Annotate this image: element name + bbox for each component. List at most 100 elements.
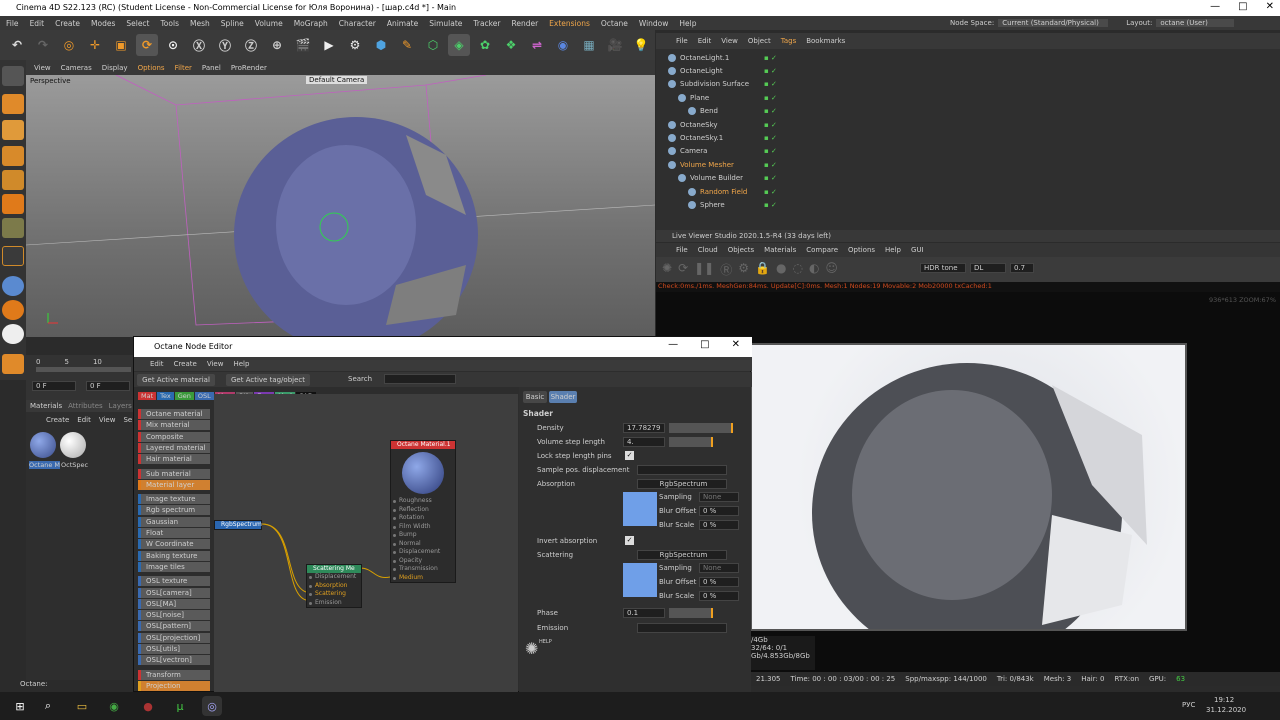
menu-mesh[interactable]: Mesh bbox=[190, 19, 210, 28]
invert-checkbox[interactable]: ✓ bbox=[625, 536, 634, 545]
lv-menu-compare[interactable]: Compare bbox=[806, 246, 838, 254]
scattering-field[interactable]: RgbSpectrum bbox=[637, 550, 727, 560]
scat-blurscale-field[interactable]: 0 % bbox=[699, 591, 739, 601]
scale-icon[interactable]: ▣ bbox=[110, 34, 132, 56]
menu-tools[interactable]: Tools bbox=[161, 19, 179, 28]
density-field[interactable]: 17.78279 bbox=[623, 423, 665, 433]
viewport-menu-panel[interactable]: Panel bbox=[202, 64, 221, 72]
visibility-icon[interactable]: ▪ ✓ bbox=[764, 94, 777, 102]
redo-icon[interactable]: ↷ bbox=[32, 34, 54, 56]
visibility-icon[interactable]: ▪ ✓ bbox=[764, 67, 777, 75]
lv-menu-file[interactable]: File bbox=[676, 246, 688, 254]
node-pin[interactable]: Reflection bbox=[391, 506, 455, 515]
white-balance-icon[interactable]: ◐ bbox=[809, 261, 819, 278]
viewport-menu-filter[interactable]: Filter bbox=[175, 64, 192, 72]
snap-icon[interactable] bbox=[2, 276, 24, 296]
subdivision-icon[interactable]: ⬡ bbox=[422, 34, 444, 56]
object-name[interactable]: Sphere bbox=[700, 201, 760, 209]
pen-icon[interactable]: ✎ bbox=[396, 34, 418, 56]
visibility-icon[interactable]: ▪ ✓ bbox=[764, 188, 777, 196]
layout-select[interactable]: octane (User) bbox=[1156, 19, 1235, 27]
palette-item[interactable]: Mix material bbox=[138, 420, 210, 431]
sample-field[interactable] bbox=[637, 465, 727, 475]
object-row[interactable]: Plane ▪ ✓ bbox=[656, 91, 1266, 104]
visibility-icon[interactable]: ▪ ✓ bbox=[764, 161, 777, 169]
scattering-swatch[interactable] bbox=[623, 563, 657, 597]
object-name[interactable]: Subdivision Surface bbox=[680, 80, 760, 88]
lock-checkbox[interactable]: ✓ bbox=[625, 451, 634, 460]
utorrent-icon[interactable]: μ bbox=[170, 696, 190, 716]
viewport-menu-options[interactable]: Options bbox=[138, 64, 165, 72]
tone-select[interactable]: HDR tone bbox=[920, 263, 966, 273]
menu-simulate[interactable]: Simulate bbox=[429, 19, 462, 28]
absorption-field[interactable]: RgbSpectrum bbox=[637, 479, 727, 489]
object-mode-icon[interactable] bbox=[2, 94, 24, 114]
timeline[interactable]: 0 5 10 0 F 0 F bbox=[26, 355, 134, 400]
object-menu-object[interactable]: Object bbox=[748, 37, 771, 45]
ne-menu-create[interactable]: Create bbox=[174, 360, 197, 368]
node-pin[interactable]: Scattering bbox=[307, 590, 361, 599]
kernel-select[interactable]: DL bbox=[970, 263, 1006, 273]
settings-lv-icon[interactable]: ⚙ bbox=[738, 261, 749, 278]
menu-edit[interactable]: Edit bbox=[30, 19, 45, 28]
node-pin[interactable]: Emission bbox=[307, 599, 361, 608]
cinema4d-icon[interactable]: ◎ bbox=[202, 696, 222, 716]
lv-menu-cloud[interactable]: Cloud bbox=[698, 246, 718, 254]
material-thumb-octane[interactable] bbox=[30, 432, 56, 458]
x-axis-icon[interactable]: Ⓧ bbox=[188, 34, 210, 56]
uv-mode-icon[interactable] bbox=[2, 218, 24, 238]
node-space-select[interactable]: Current (Standard/Physical) bbox=[998, 19, 1109, 27]
search-icon[interactable]: ⌕ bbox=[38, 696, 58, 716]
get-active-material-button[interactable]: Get Active material bbox=[137, 374, 215, 386]
palette-item[interactable]: Layered material bbox=[138, 442, 210, 453]
maximize-button[interactable]: □ bbox=[1238, 1, 1247, 12]
object-name[interactable]: OctaneSky.1 bbox=[680, 134, 760, 142]
palette-item[interactable]: OSL[utils] bbox=[138, 644, 210, 654]
lock-workplane-icon[interactable] bbox=[2, 354, 24, 374]
palette-item[interactable]: Sub material bbox=[138, 468, 210, 479]
object-name[interactable]: OctaneLight.1 bbox=[680, 54, 760, 62]
lock-icon[interactable]: 🔒 bbox=[755, 261, 770, 278]
viewport-menu-cameras[interactable]: Cameras bbox=[61, 64, 92, 72]
chrome-icon[interactable]: ◉ bbox=[104, 696, 124, 716]
density-slider[interactable] bbox=[669, 423, 733, 433]
frame-start-field[interactable]: 0 F bbox=[32, 381, 76, 391]
object-name[interactable]: OctaneSky bbox=[680, 121, 760, 129]
ne-menu-help[interactable]: Help bbox=[233, 360, 249, 368]
search-input[interactable] bbox=[384, 374, 456, 384]
viewport-menu-prorender[interactable]: ProRender bbox=[231, 64, 267, 72]
node-tab-mat[interactable]: Mat bbox=[138, 392, 157, 400]
tab-attributes[interactable]: Attributes bbox=[68, 402, 103, 410]
texture-mode-icon[interactable] bbox=[2, 120, 24, 140]
lv-menu-objects[interactable]: Objects bbox=[728, 246, 754, 254]
effector-icon[interactable]: ❖ bbox=[500, 34, 522, 56]
visibility-icon[interactable]: ▪ ✓ bbox=[764, 107, 777, 115]
app-icon[interactable]: ● bbox=[138, 696, 158, 716]
cloner-icon[interactable]: ✿ bbox=[474, 34, 496, 56]
menu-character[interactable]: Character bbox=[339, 19, 376, 28]
palette-item[interactable]: W Coordinate bbox=[138, 539, 210, 550]
camera-icon[interactable]: 🎥 bbox=[604, 34, 626, 56]
abs-sampling-select[interactable]: None bbox=[699, 492, 739, 502]
scat-sampling-select[interactable]: None bbox=[699, 563, 739, 573]
tab-materials[interactable]: Materials bbox=[30, 402, 62, 410]
object-name[interactable]: Plane bbox=[690, 94, 760, 102]
ne-minimize-button[interactable]: — bbox=[668, 339, 678, 350]
palette-item[interactable]: OSL[noise] bbox=[138, 610, 210, 621]
material-picker-icon[interactable]: ● bbox=[776, 261, 786, 278]
palette-item[interactable]: Gaussian spectrum bbox=[138, 516, 210, 536]
menu-mograph[interactable]: MoGraph bbox=[294, 19, 328, 28]
rotate-icon[interactable]: ⟳ bbox=[136, 34, 158, 56]
send-scene-icon[interactable]: ✺ bbox=[662, 261, 672, 278]
visibility-icon[interactable]: ▪ ✓ bbox=[764, 147, 777, 155]
visibility-icon[interactable]: ▪ ✓ bbox=[764, 174, 777, 182]
clock-time[interactable]: 19:12 bbox=[1214, 696, 1234, 704]
start-icon[interactable]: ⊞ bbox=[10, 696, 30, 716]
tab-basic[interactable]: Basic bbox=[523, 391, 547, 403]
palette-item[interactable]: OSL[vectron] bbox=[138, 655, 210, 666]
render-region-icon[interactable]: 🎬 bbox=[292, 34, 314, 56]
object-row[interactable]: OctaneSky.1 ▪ ✓ bbox=[656, 131, 1266, 144]
visibility-icon[interactable]: ▪ ✓ bbox=[764, 201, 777, 209]
node-pin[interactable]: Bump bbox=[391, 531, 455, 540]
octane-help-icon[interactable]: ✺ bbox=[525, 639, 538, 658]
